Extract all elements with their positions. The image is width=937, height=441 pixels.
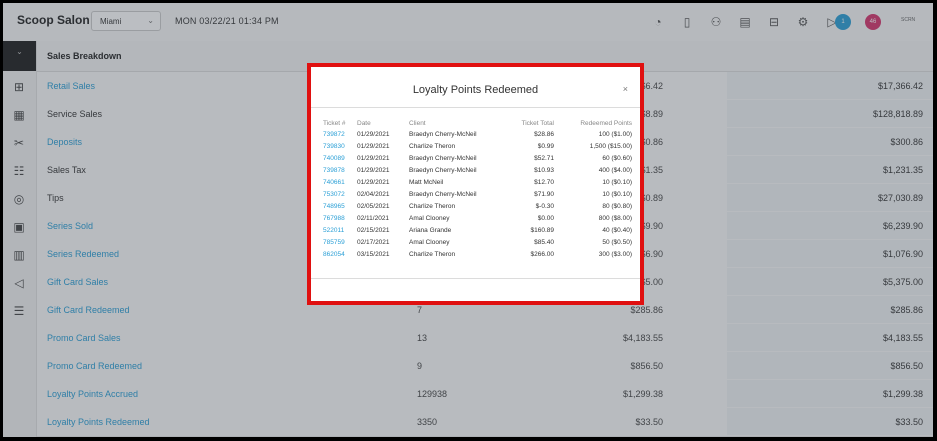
ticket-total: $160.89 [530,227,555,234]
ticket-total: $71.90 [534,191,554,198]
ticket-link[interactable]: 862054 [323,251,345,258]
ticket-total: $10.93 [534,167,554,174]
loyalty-points-modal: Loyalty Points Redeemed × Ticket # Date … [307,63,644,305]
ticket-date: 01/29/2021 [357,167,390,174]
ticket-date: 02/17/2021 [357,239,390,246]
ticket-link[interactable]: 740089 [323,155,345,162]
client-name: Braedyn Cherry-McNeil [409,167,477,174]
ticket-total: $-0.30 [535,203,554,210]
redeemed-points: 300 ($3.00) [598,251,632,258]
col-redeemed-points: Redeemed Points [580,120,632,127]
ticket-total: $52.71 [534,155,554,162]
client-name: Braedyn Cherry-McNeil [409,131,477,138]
ticket-total: $0.00 [537,215,554,222]
redeemed-points: 60 ($0.60) [602,155,632,162]
redeemed-points: 100 ($1.00) [598,131,632,138]
ticket-date: 02/11/2021 [357,215,390,222]
col-ticket-total: Ticket Total [521,120,554,127]
redeemed-points: 40 ($0.40) [602,227,632,234]
ticket-link[interactable]: 753072 [323,191,345,198]
ticket-date: 02/05/2021 [357,203,390,210]
modal-footer-divider [311,278,640,279]
app-window: Scoop Salon Miami ⌄ MON 03/22/21 01:34 P… [3,3,933,437]
redeemed-points: 10 ($0.10) [602,191,632,198]
col-ticket: Ticket # [323,120,346,127]
redeemed-points: 80 ($0.80) [602,203,632,210]
ticket-link[interactable]: 767988 [323,215,345,222]
client-name: Braedyn Cherry-McNeil [409,155,477,162]
ticket-date: 01/29/2021 [357,155,390,162]
client-name: Charlize Theron [409,203,456,210]
client-name: Matt McNeil [409,179,444,186]
ticket-total: $0.99 [537,143,554,150]
ticket-link[interactable]: 739830 [323,143,345,150]
client-name: Charlize Theron [409,251,456,258]
client-name: Charlize Theron [409,143,456,150]
redeemed-points: 400 ($4.00) [598,167,632,174]
ticket-date: 02/15/2021 [357,227,390,234]
ticket-date: 02/04/2021 [357,191,390,198]
ticket-link[interactable]: 748965 [323,203,345,210]
redeemed-points: 10 ($0.10) [602,179,632,186]
ticket-date: 01/29/2021 [357,131,390,138]
ticket-total: $12.70 [534,179,554,186]
col-date: Date [357,120,371,127]
client-name: Braedyn Cherry-McNeil [409,191,477,198]
ticket-date: 01/29/2021 [357,179,390,186]
client-name: Amal Clooney [409,239,450,246]
col-client: Client [409,120,426,127]
ticket-total: $85.40 [534,239,554,246]
ticket-link[interactable]: 740661 [323,179,345,186]
redeemed-points: 1,500 ($15.00) [589,143,632,150]
redeemed-points: 800 ($8.00) [598,215,632,222]
client-name: Amal Clooney [409,215,450,222]
modal-title: Loyalty Points Redeemed [412,84,539,96]
ticket-link[interactable]: 739878 [323,167,345,174]
client-name: Ariana Grande [409,227,452,234]
ticket-date: 03/15/2021 [357,251,390,258]
redeemed-points: 50 ($0.50) [602,239,632,246]
ticket-total: $266.00 [530,251,555,258]
ticket-link[interactable]: 522011 [323,227,344,234]
ticket-date: 01/29/2021 [357,143,390,150]
ticket-link[interactable]: 739872 [323,131,345,138]
close-icon[interactable]: × [623,84,628,94]
modal-divider [311,107,640,108]
ticket-link[interactable]: 785759 [323,239,345,246]
ticket-total: $28.86 [534,131,554,138]
